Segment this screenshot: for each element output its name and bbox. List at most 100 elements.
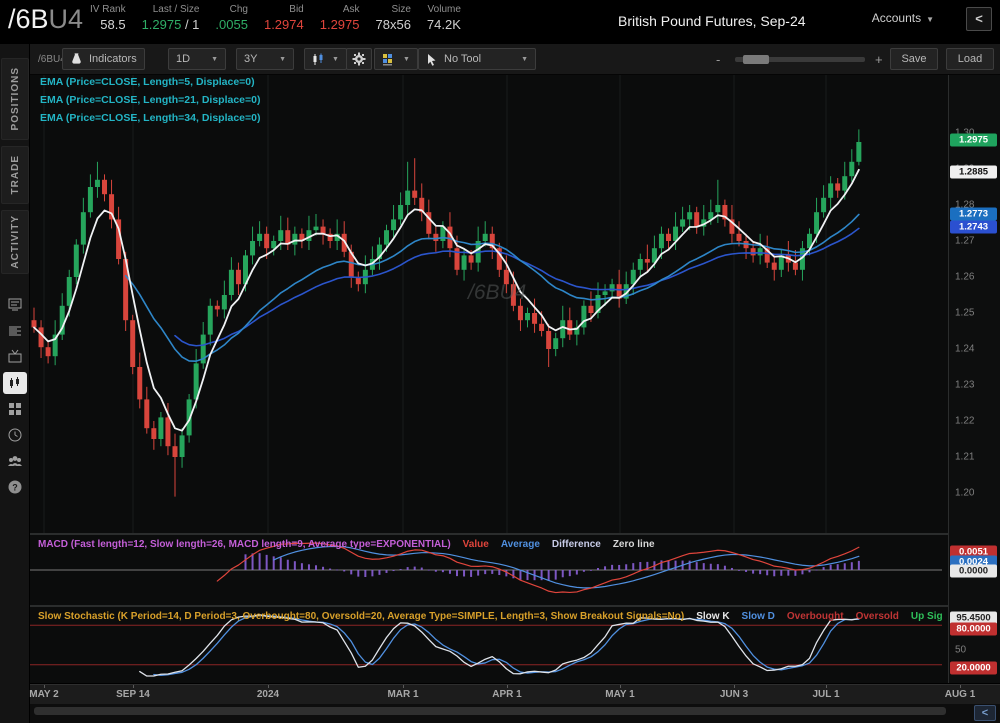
macd-row-legend-value[interactable]: Value bbox=[463, 539, 489, 550]
axis-badge-1-2743: 1.2743 bbox=[950, 221, 997, 234]
macd-row-legend-average[interactable]: Average bbox=[501, 539, 540, 550]
community-icon[interactable] bbox=[3, 450, 27, 472]
sidebar-tab-positions[interactable]: POSITIONS bbox=[1, 58, 29, 140]
tab-label: TRADE bbox=[10, 155, 21, 194]
chevron-down-icon: ▼ bbox=[926, 15, 934, 24]
tv-icon[interactable] bbox=[3, 346, 27, 368]
price-tick: 1.26 bbox=[955, 272, 974, 283]
grid-icon[interactable] bbox=[3, 398, 27, 420]
quote-field-label: Size bbox=[391, 3, 410, 16]
quote-field-volume: Volume74.2K bbox=[427, 3, 461, 34]
candlestick-icon bbox=[312, 53, 324, 66]
zoom-slider-thumb[interactable] bbox=[743, 55, 769, 64]
quote-field-value: 78x56 bbox=[376, 16, 411, 34]
left-sidebar: POSITIONS TRADE ACTIVITY ? bbox=[0, 44, 30, 723]
symbol-contract: U4 bbox=[49, 4, 84, 34]
time-tick bbox=[620, 685, 621, 688]
indicators-button[interactable]: Indicators bbox=[62, 48, 145, 70]
charts-icon[interactable] bbox=[3, 372, 27, 394]
ema-label-2[interactable]: EMA (Price=CLOSE, Length=34, Displace=0) bbox=[40, 109, 260, 127]
axis-badge-1-2885: 1.2885 bbox=[950, 166, 997, 179]
price-tick: 1.24 bbox=[955, 344, 974, 355]
chevron-down-icon: ▼ bbox=[521, 56, 528, 63]
axis-badge-0-0000: 0.0000 bbox=[950, 565, 997, 578]
stoch-row-legend-slow-k[interactable]: Slow K bbox=[696, 611, 729, 622]
stochastic-study-row: Slow Stochastic (K Period=14, D Period=3… bbox=[38, 611, 943, 622]
quote-field-label: Bid bbox=[289, 3, 303, 16]
chart-settings-button[interactable] bbox=[346, 48, 372, 70]
time-tick bbox=[133, 685, 134, 688]
expand-corner-button[interactable]: < bbox=[974, 705, 996, 721]
tool-label: No Tool bbox=[444, 53, 481, 65]
stoch-mid-label: 50 bbox=[955, 645, 966, 656]
macd-row-legend-difference[interactable]: Difference bbox=[552, 539, 601, 550]
quote-field-label: Chg bbox=[230, 3, 248, 16]
macd-row-legend-zero-line[interactable]: Zero line bbox=[613, 539, 655, 550]
stoch-row-legend-oversold[interactable]: Oversold bbox=[856, 611, 899, 622]
stoch-row-label[interactable]: Slow Stochastic (K Period=14, D Period=3… bbox=[38, 611, 684, 622]
quote-field-value: .0055 bbox=[215, 16, 248, 34]
save-label: Save bbox=[901, 53, 926, 65]
stoch-row-legend-slow-d[interactable]: Slow D bbox=[742, 611, 775, 622]
accounts-dropdown[interactable]: Accounts▼ bbox=[872, 11, 934, 25]
range-dropdown[interactable]: 3Y ▼ bbox=[236, 48, 294, 70]
load-button[interactable]: Load bbox=[946, 48, 994, 70]
stoch-row-legend-up-signal[interactable]: Up Signal bbox=[911, 611, 943, 622]
axis-badge-80-0000: 80.0000 bbox=[950, 623, 997, 636]
quote-fields: IV Rank58.5Last / Size1.2975 / 1Chg.0055… bbox=[90, 3, 477, 34]
price-tick: 1.27 bbox=[955, 236, 974, 247]
time-label-aug-1: AUG 1 bbox=[945, 689, 976, 700]
flask-icon bbox=[70, 52, 83, 66]
zoom-in-button[interactable]: + bbox=[875, 52, 883, 67]
quote-field-iv-rank: IV Rank58.5 bbox=[90, 3, 126, 34]
history-clock-icon[interactable] bbox=[3, 424, 27, 446]
ema-study-labels: EMA (Price=CLOSE, Length=5, Displace=0)E… bbox=[40, 73, 260, 127]
stoch-row-legend-overbought[interactable]: Overbought bbox=[787, 611, 844, 622]
sidebar-tab-trade[interactable]: TRADE bbox=[1, 146, 29, 204]
quote-field-label: Volume bbox=[428, 3, 461, 16]
chevron-down-icon: ▼ bbox=[211, 56, 218, 63]
quote-field-size: Size78x56 bbox=[376, 3, 411, 34]
price-axis[interactable]: 1.301.291.281.271.261.251.241.231.221.21… bbox=[948, 75, 1000, 683]
quote-field-value: 74.2K bbox=[427, 16, 461, 34]
watchlist-icon[interactable] bbox=[3, 320, 27, 342]
header: /6BU4 IV Rank58.5Last / Size1.2975 / 1Ch… bbox=[0, 0, 1000, 44]
ema-label-1[interactable]: EMA (Price=CLOSE, Length=21, Displace=0) bbox=[40, 91, 260, 109]
help-icon[interactable]: ? bbox=[3, 476, 27, 498]
monitor-icon[interactable] bbox=[3, 294, 27, 316]
time-axis[interactable]: MAY 2SEP 142024MAR 1APR 1MAY 1JUN 3JUL 1… bbox=[30, 684, 1000, 704]
quote-field-label: Ask bbox=[343, 3, 360, 16]
load-label: Load bbox=[958, 53, 982, 65]
drawing-tool-dropdown[interactable]: No Tool ▼ bbox=[418, 48, 536, 70]
timeframe-dropdown[interactable]: 1D ▼ bbox=[168, 48, 226, 70]
timeframe-value: 1D bbox=[176, 53, 190, 65]
ema-label-0[interactable]: EMA (Price=CLOSE, Length=5, Displace=0) bbox=[40, 73, 260, 91]
price-tick: 1.23 bbox=[955, 380, 974, 391]
quote-field-bid: Bid1.2974 bbox=[264, 3, 304, 34]
quote-field-value: 1.2975 / 1 bbox=[142, 16, 200, 34]
sidebar-tab-activity[interactable]: ACTIVITY bbox=[1, 210, 29, 274]
strategies-dropdown[interactable]: ▼ bbox=[374, 48, 418, 70]
macd-row-label[interactable]: MACD (Fast length=12, Slow length=26, MA… bbox=[38, 539, 451, 550]
time-tick bbox=[44, 685, 45, 688]
chart-type-dropdown[interactable]: ▼ bbox=[304, 48, 347, 70]
symbol-root: /6B bbox=[8, 4, 49, 34]
time-label-apr-1: APR 1 bbox=[492, 689, 521, 700]
chart-toolbar: /6BU4 Indicators 1D ▼ 3Y ▼ ▼ ▼ No Tool ▼ bbox=[30, 44, 1000, 75]
axis-badge-1-2975: 1.2975 bbox=[950, 134, 997, 147]
price-tick: 1.20 bbox=[955, 488, 974, 499]
save-button[interactable]: Save bbox=[890, 48, 938, 70]
zoom-slider[interactable] bbox=[735, 57, 865, 62]
time-label-2024: 2024 bbox=[257, 689, 279, 700]
axis-badge-20-0000: 20.0000 bbox=[950, 662, 997, 675]
horizontal-scrollbar[interactable] bbox=[34, 707, 946, 715]
chevron-down-icon: ▼ bbox=[403, 56, 410, 63]
indicators-label: Indicators bbox=[89, 53, 137, 65]
zoom-out-button[interactable]: - bbox=[716, 52, 720, 67]
cursor-icon bbox=[426, 53, 437, 66]
tab-label: POSITIONS bbox=[10, 67, 21, 130]
collapse-panel-button[interactable]: < bbox=[966, 7, 992, 31]
time-tick bbox=[507, 685, 508, 688]
time-label-mar-1: MAR 1 bbox=[387, 689, 418, 700]
time-label-may-1: MAY 1 bbox=[605, 689, 634, 700]
